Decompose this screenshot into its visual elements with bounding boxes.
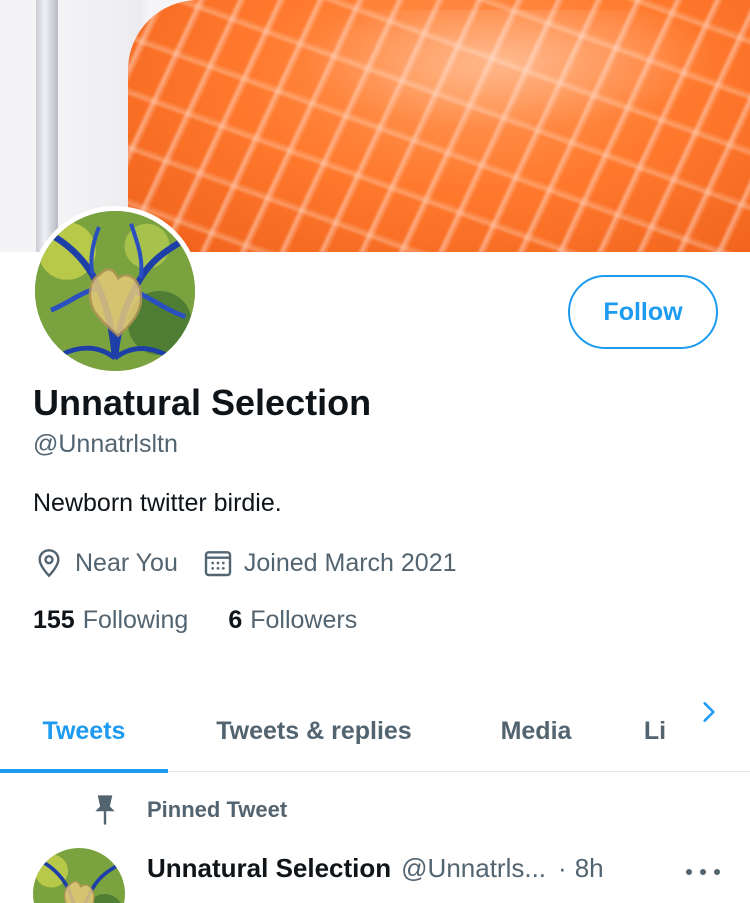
profile-display-name: Unnatural Selection [33,382,372,423]
follow-button[interactable]: Follow [568,275,718,349]
calendar-icon [202,547,234,579]
pin-icon [90,793,120,827]
tweet-avatar-artwork [33,848,125,903]
more-horizontal-icon[interactable] [686,860,720,884]
pinned-tweet-indicator: Pinned Tweet [90,793,287,827]
profile-handle: @Unnatrlsltn [33,430,178,458]
profile-stats: 155 Following 6 Followers [33,606,397,635]
location-text: Near You [75,548,178,577]
tweet-author-handle[interactable]: @Unnatrls... [401,853,546,884]
profile-tabs: Tweets Tweets & replies Media Li [0,690,750,773]
profile-meta: Near You Joined March 2021 [33,546,481,580]
profile-bio: Newborn twitter birdie. [33,489,282,517]
chevron-right-icon[interactable] [692,692,726,732]
more-dot [686,869,692,875]
more-dot [700,869,706,875]
tweet-author-avatar[interactable] [33,848,125,903]
tweet-time[interactable]: 8h [575,853,604,884]
followers-stat[interactable]: 6 Followers [228,606,357,635]
joined-text: Joined March 2021 [243,548,457,577]
tab-tweets-replies[interactable]: Tweets & replies [168,690,460,772]
tab-media[interactable]: Media [460,690,612,772]
tweet-author-name[interactable]: Unnatural Selection [147,853,391,884]
profile-location: Near You [33,547,178,579]
following-count: 155 [33,606,75,634]
followers-count: 6 [228,606,243,634]
following-stat[interactable]: 155 Following [33,606,188,635]
tweet-header: Unnatural Selection @Unnatrls... · 8h [147,853,604,884]
followers-label: Followers [250,606,358,634]
more-dot [714,869,720,875]
tab-tweets[interactable]: Tweets [0,690,168,773]
profile-joined: Joined March 2021 [202,547,457,579]
banner-shine [300,10,720,130]
tab-likes[interactable]: Li [612,690,698,772]
location-pin-icon [33,547,65,579]
following-label: Following [82,606,189,634]
avatar-artwork [35,211,195,371]
pinned-label: Pinned Tweet [147,797,288,822]
banner-rail [36,0,58,252]
profile-avatar[interactable] [30,206,200,376]
tweet-separator: · [558,853,567,883]
